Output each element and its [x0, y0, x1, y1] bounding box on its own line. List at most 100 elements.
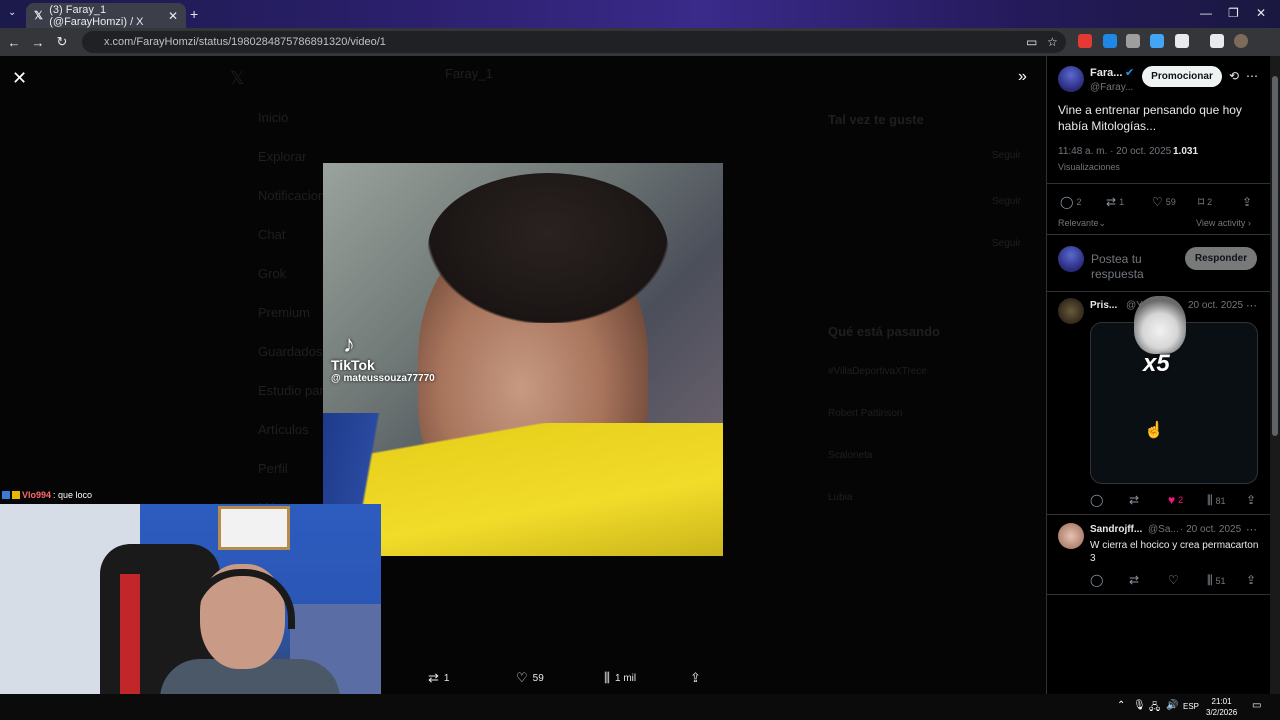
like-count: 59 — [532, 672, 544, 684]
bookmark-button[interactable]: ⌑ 2 — [1198, 195, 1212, 209]
nav-premium: Premium — [258, 305, 311, 320]
more-options-icon[interactable]: ⋯ — [1246, 69, 1258, 83]
reply-icon: ◯ — [1090, 573, 1104, 587]
reading-list-icon[interactable] — [1210, 34, 1224, 48]
share-button[interactable]: ⇪ — [1246, 493, 1256, 507]
profile-avatar[interactable] — [1234, 34, 1248, 48]
back-button[interactable]: ← — [2, 35, 26, 50]
like-button[interactable]: ♡ 59 — [516, 670, 544, 686]
reply-date[interactable]: · 20 oct. 2025 — [1180, 524, 1241, 535]
close-window-button[interactable]: ✕ — [1256, 6, 1266, 20]
author-handle[interactable]: @Faray... — [1090, 82, 1133, 93]
sticker-multiplier: x5 — [1143, 350, 1170, 377]
promote-button[interactable]: Promocionar — [1142, 66, 1222, 87]
extension-icon[interactable] — [1126, 34, 1140, 48]
bookmark-star-icon[interactable]: ☆ — [1047, 35, 1058, 49]
like-button[interactable]: ♡ — [1168, 573, 1179, 587]
forward-button[interactable]: → — [26, 35, 50, 50]
more-options-icon[interactable]: ⋯ — [1246, 299, 1257, 312]
hand-cursor-icon: ☝ — [1144, 422, 1164, 439]
heart-filled-icon: ♥ — [1168, 493, 1176, 507]
reply-button[interactable]: ◯ 2 — [1060, 195, 1081, 209]
notifications-icon[interactable]: ▭ — [1252, 700, 1261, 711]
views-button[interactable]: ⫼ 1 mil — [604, 670, 636, 686]
extension-icon[interactable] — [1103, 34, 1117, 48]
volume-icon[interactable]: 🔊 — [1166, 700, 1178, 711]
like-button[interactable]: ♡ 59 — [1152, 195, 1176, 209]
views-count: 51 — [1215, 575, 1226, 586]
url-input[interactable]: x.com/FarayHomzi/status/1980284875786891… — [82, 31, 1066, 53]
repost-button[interactable]: ⇄ 1 — [428, 670, 449, 686]
new-tab-button[interactable]: + — [190, 6, 198, 22]
nav-chat: Chat — [258, 227, 286, 242]
bookmark-count: 2 — [1207, 197, 1213, 207]
webcam-overlay — [0, 504, 381, 720]
views-button[interactable]: ⫼ 51 — [1207, 573, 1226, 588]
close-viewer-button[interactable]: ✕ — [12, 68, 27, 89]
clock-time: 21:01 — [1211, 697, 1232, 706]
share-icon: ⇪ — [1242, 195, 1253, 209]
tiktok-watermark: ♪ TikTok @ mateussouza77770 — [331, 333, 435, 385]
system-clock[interactable]: 21:01 3/2/2026 — [1206, 696, 1237, 718]
husky-sticker — [1134, 296, 1186, 354]
repost-button[interactable]: ⇄ — [1129, 573, 1139, 587]
reply-button[interactable]: ◯ — [1090, 493, 1103, 507]
repost-button[interactable]: ⇄ — [1129, 493, 1139, 507]
share-button[interactable]: ⇪ — [1242, 195, 1252, 209]
tweet-text: Vine a entrenar pensando que hoy había M… — [1058, 103, 1242, 133]
video-player[interactable]: ♪ TikTok @ mateussouza77770 — [323, 163, 723, 556]
reply-author-handle[interactable]: @Sa... — [1148, 524, 1179, 535]
reply-button[interactable]: ◯ — [1090, 573, 1103, 587]
divider — [1046, 183, 1270, 184]
reply-author-name[interactable]: Sandrojff... — [1090, 524, 1142, 535]
extension-icon[interactable] — [1150, 34, 1164, 48]
reload-button[interactable]: ↻ — [50, 34, 74, 50]
cast-icon[interactable]: ▭ — [1026, 35, 1037, 49]
views-chart-icon: ⫼ — [1207, 493, 1213, 507]
repost-button[interactable]: ⇄ 1 — [1106, 195, 1124, 209]
tweet-timestamp[interactable]: 11:48 a. m. · 20 oct. 2025 · — [1058, 146, 1177, 157]
show-hidden-icons-icon[interactable]: ⌃ — [1117, 700, 1125, 711]
reply-date[interactable]: 20 oct. 2025 — [1188, 300, 1243, 311]
reply-avatar[interactable] — [1058, 298, 1084, 324]
heart-icon: ♡ — [1152, 195, 1163, 209]
maximize-button[interactable]: ❐ — [1228, 6, 1239, 20]
more-options-icon[interactable]: ⋯ — [1246, 523, 1257, 536]
grok-icon[interactable]: ⟲ — [1229, 69, 1239, 83]
reply-author-name[interactable]: Pris... — [1090, 300, 1117, 311]
minimize-button[interactable]: — — [1200, 6, 1212, 20]
microphone-icon[interactable]: 🎙 — [1133, 700, 1146, 711]
network-icon[interactable]: 🖧 — [1149, 700, 1160, 717]
trend-item: #VillaDeportivaXTrece — [828, 366, 927, 377]
reply-submit-button[interactable]: Responder — [1185, 247, 1257, 270]
divider — [1046, 594, 1270, 595]
repost-icon: ⇄ — [428, 670, 439, 685]
reply-input[interactable]: Postea tu respuesta — [1091, 252, 1171, 282]
divider — [1046, 234, 1270, 235]
active-tab[interactable]: 𝕏 (3) Faray_1 (@FarayHomzi) / X ✕ — [26, 3, 186, 28]
tab-close-icon[interactable]: ✕ — [168, 9, 178, 23]
divider — [1046, 514, 1270, 515]
nav-explore: Explorar — [258, 149, 307, 164]
like-button[interactable]: ♥ 2 — [1168, 493, 1183, 507]
view-activity-link[interactable]: View activity › — [1196, 218, 1251, 228]
sort-label: Relevante — [1058, 218, 1099, 228]
sort-dropdown[interactable]: Relevante⌄ — [1058, 218, 1106, 229]
share-button[interactable]: ⇪ — [1246, 573, 1256, 587]
author-avatar[interactable] — [1058, 66, 1084, 92]
author-name[interactable]: Fara... — [1090, 67, 1122, 79]
collapse-panel-button[interactable]: » — [1018, 68, 1027, 86]
tweet-views-count: 1.031 — [1173, 146, 1199, 157]
tab-search-icon[interactable]: ⌄ — [8, 7, 16, 18]
extensions-puzzle-icon[interactable] — [1175, 34, 1189, 48]
language-indicator[interactable]: ESP — [1183, 702, 1199, 711]
repost-count: 1 — [443, 672, 450, 684]
reply-avatar[interactable] — [1058, 523, 1084, 549]
views-button[interactable]: ⫼ 81 — [1207, 493, 1226, 508]
scrollbar-thumb[interactable] — [1272, 76, 1278, 436]
divider — [1046, 291, 1270, 292]
extension-icon[interactable] — [1078, 34, 1092, 48]
views-chart-icon: ⫼ — [604, 670, 610, 685]
share-button[interactable]: ⇪ — [690, 670, 706, 686]
x-logo-icon: 𝕏 — [230, 68, 245, 88]
